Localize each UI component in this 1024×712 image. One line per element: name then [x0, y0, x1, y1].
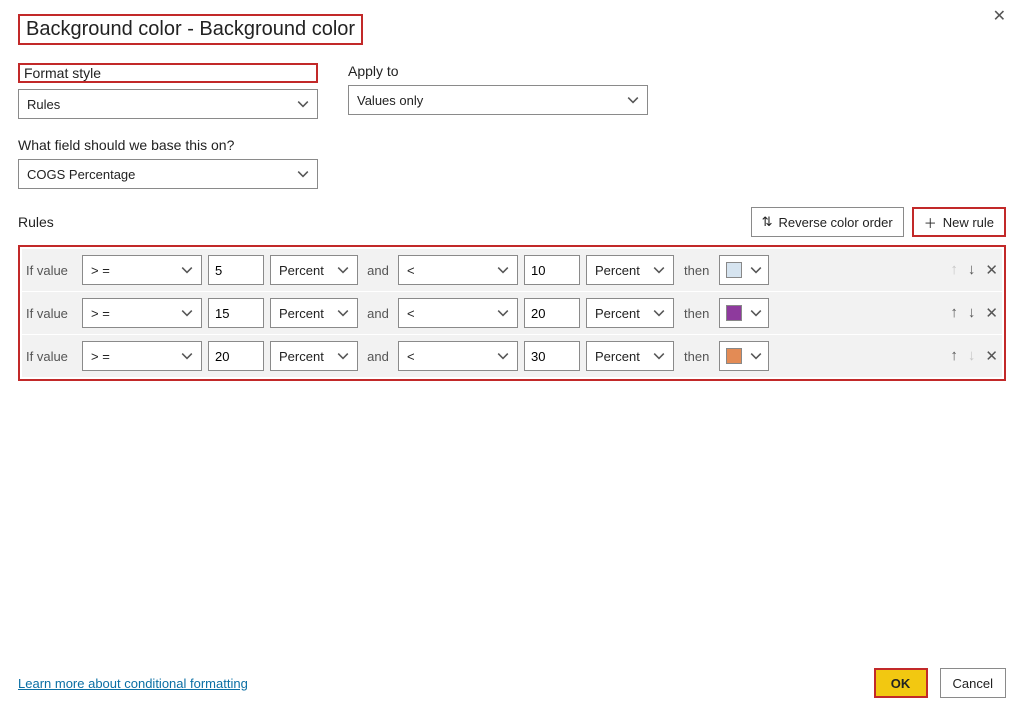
unit1-select[interactable]: Percent [270, 255, 358, 285]
rules-list: If value> =Percentand<Percentthen↑↓✕If v… [18, 245, 1006, 381]
chevron-down-icon [497, 264, 509, 276]
move-down-icon: ↓ [968, 347, 976, 365]
unit2-value: Percent [595, 306, 640, 321]
color-swatch [726, 262, 742, 278]
reverse-color-order-button[interactable]: ⇅ Reverse color order [751, 207, 904, 237]
operator2-select[interactable]: < [398, 255, 518, 285]
value2-input[interactable] [524, 341, 580, 371]
value1-input[interactable] [208, 298, 264, 328]
rules-label: Rules [18, 214, 54, 230]
operator2-select[interactable]: < [398, 341, 518, 371]
new-rule-label: New rule [943, 215, 994, 230]
format-style-select[interactable]: Rules [18, 89, 318, 119]
chevron-down-icon [337, 350, 349, 362]
close-icon[interactable]: ✕ [993, 6, 1006, 26]
color-select[interactable] [719, 341, 769, 371]
value1-input[interactable] [208, 255, 264, 285]
and-label: and [364, 263, 392, 278]
move-down-icon[interactable]: ↓ [968, 261, 976, 279]
delete-rule-icon[interactable]: ✕ [985, 304, 998, 322]
chevron-down-icon [297, 98, 309, 110]
cancel-button[interactable]: Cancel [940, 668, 1006, 698]
unit1-select[interactable]: Percent [270, 341, 358, 371]
delete-rule-icon[interactable]: ✕ [985, 347, 998, 365]
apply-to-label: Apply to [348, 63, 648, 79]
operator2-select[interactable]: < [398, 298, 518, 328]
color-select[interactable] [719, 298, 769, 328]
field-value: COGS Percentage [27, 167, 135, 182]
unit1-value: Percent [279, 263, 324, 278]
unit2-value: Percent [595, 349, 640, 364]
then-label: then [680, 263, 713, 278]
sort-icon: ⇅ [762, 214, 773, 230]
rule-row: If value > = Percent and < Percent then ↑ ↓ ✕ [22, 249, 1002, 292]
chevron-down-icon [653, 307, 665, 319]
unit1-value: Percent [279, 306, 324, 321]
unit1-select[interactable]: Percent [270, 298, 358, 328]
unit2-value: Percent [595, 263, 640, 278]
chevron-down-icon [497, 350, 509, 362]
move-up-icon[interactable]: ↑ [950, 304, 958, 322]
operator1-select[interactable]: > = [82, 341, 202, 371]
and-label: and [364, 306, 392, 321]
move-up-icon: ↑ [950, 261, 958, 279]
format-style-label: Format style [18, 63, 318, 83]
format-style-value: Rules [27, 97, 60, 112]
rule-row: If value > = Percent and < Percent then ↑ ↓ ✕ [22, 292, 1002, 335]
chevron-down-icon [181, 264, 193, 276]
operator1-select[interactable]: > = [82, 255, 202, 285]
operator1-select[interactable]: > = [82, 298, 202, 328]
rule-row: If value > = Percent and < Percent then ↑ ↓ ✕ [22, 335, 1002, 377]
then-label: then [680, 306, 713, 321]
if-value-label: If value [26, 349, 76, 364]
move-down-icon[interactable]: ↓ [968, 304, 976, 322]
if-value-label: If value [26, 263, 76, 278]
chevron-down-icon [750, 307, 762, 319]
chevron-down-icon [337, 307, 349, 319]
ok-button[interactable]: OK [874, 668, 928, 698]
color-swatch [726, 348, 742, 364]
new-rule-button[interactable]: ＋ New rule [912, 207, 1006, 237]
chevron-down-icon [627, 94, 639, 106]
operator1-value: > = [91, 349, 110, 364]
delete-rule-icon[interactable]: ✕ [985, 261, 998, 279]
move-up-icon[interactable]: ↑ [950, 347, 958, 365]
chevron-down-icon [750, 350, 762, 362]
what-field-label: What field should we base this on? [18, 137, 1006, 153]
operator2-value: < [407, 349, 415, 364]
learn-more-link[interactable]: Learn more about conditional formatting [18, 676, 248, 691]
unit2-select[interactable]: Percent [586, 255, 674, 285]
chevron-down-icon [653, 350, 665, 362]
chevron-down-icon [497, 307, 509, 319]
apply-to-select[interactable]: Values only [348, 85, 648, 115]
operator1-value: > = [91, 306, 110, 321]
chevron-down-icon [181, 307, 193, 319]
then-label: then [680, 349, 713, 364]
and-label: and [364, 349, 392, 364]
operator2-value: < [407, 306, 415, 321]
apply-to-value: Values only [357, 93, 423, 108]
value2-input[interactable] [524, 255, 580, 285]
plus-icon: ＋ [924, 213, 937, 232]
unit2-select[interactable]: Percent [586, 298, 674, 328]
chevron-down-icon [653, 264, 665, 276]
chevron-down-icon [297, 168, 309, 180]
chevron-down-icon [181, 350, 193, 362]
color-select[interactable] [719, 255, 769, 285]
field-select[interactable]: COGS Percentage [18, 159, 318, 189]
dialog-title: Background color - Background color [18, 14, 363, 45]
reverse-color-order-label: Reverse color order [779, 215, 893, 230]
value2-input[interactable] [524, 298, 580, 328]
if-value-label: If value [26, 306, 76, 321]
unit1-value: Percent [279, 349, 324, 364]
value1-input[interactable] [208, 341, 264, 371]
unit2-select[interactable]: Percent [586, 341, 674, 371]
color-swatch [726, 305, 742, 321]
operator1-value: > = [91, 263, 110, 278]
chevron-down-icon [750, 264, 762, 276]
chevron-down-icon [337, 264, 349, 276]
operator2-value: < [407, 263, 415, 278]
